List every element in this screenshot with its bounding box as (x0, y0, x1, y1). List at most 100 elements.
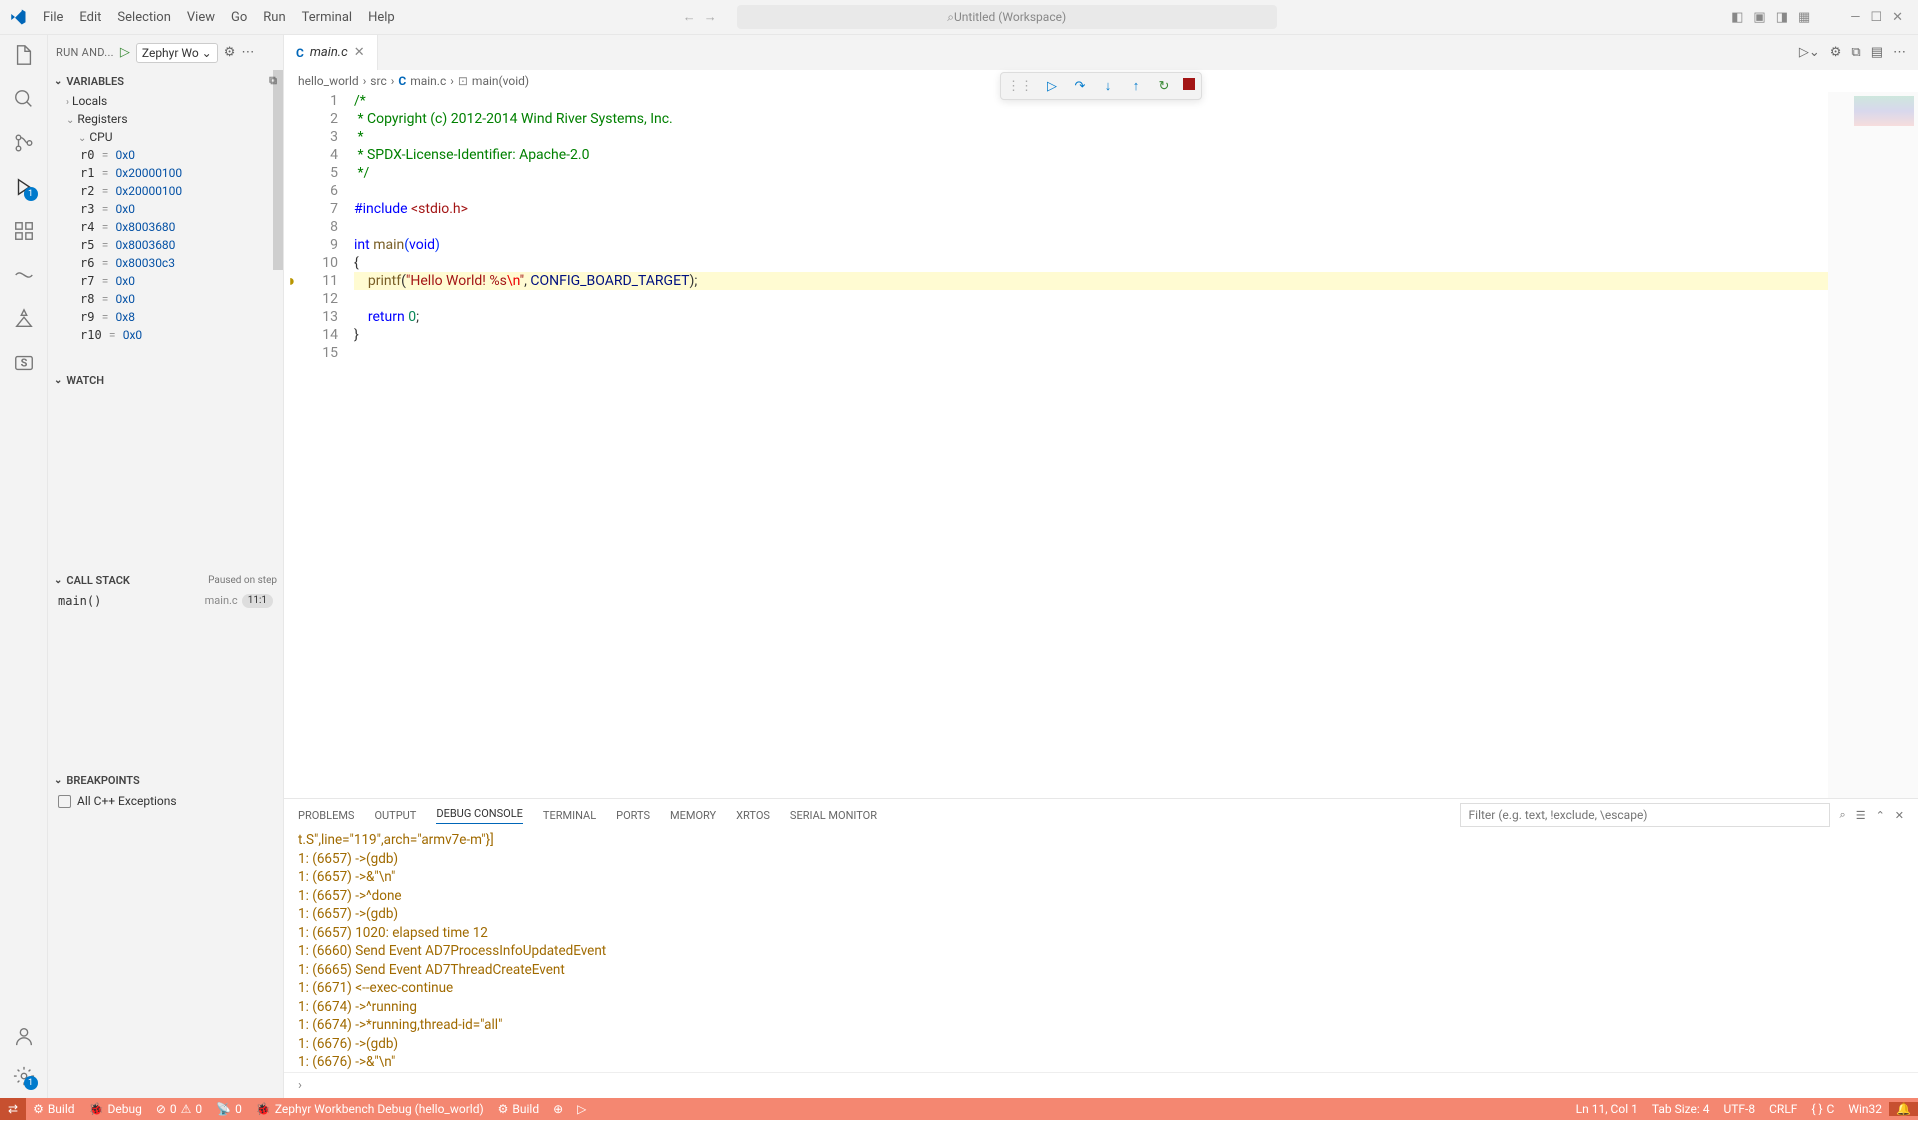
menu-terminal[interactable]: Terminal (294, 10, 360, 25)
line-number[interactable]: 12 (300, 290, 338, 308)
checkbox[interactable] (58, 795, 71, 808)
breakpoint-gutter[interactable] (284, 92, 300, 110)
section-callstack[interactable]: ⌄CALL STACKPaused on step (48, 570, 283, 591)
register-row[interactable]: r9 = 0x8 (48, 308, 283, 326)
line-number[interactable]: 8 (300, 218, 338, 236)
layout-icon[interactable]: ▣ (1753, 10, 1765, 25)
line-number[interactable]: 7 (300, 200, 338, 218)
minimap[interactable] (1828, 92, 1918, 798)
status-eol[interactable]: CRLF (1762, 1102, 1804, 1116)
code-line[interactable]: printf("Hello World! %s\n", CONFIG_BOARD… (354, 272, 1828, 290)
code-line[interactable]: * Copyright (c) 2012-2014 Wind River Sys… (354, 110, 1918, 128)
extensions-icon[interactable] (12, 219, 36, 243)
nav-back-icon[interactable]: ← (683, 9, 696, 25)
code-line[interactable]: } (354, 326, 1918, 344)
tool-icon[interactable] (12, 307, 36, 331)
breakpoint-item[interactable]: All C++ Exceptions (48, 791, 283, 811)
tab-debug-console[interactable]: DEBUG CONSOLE (436, 807, 523, 824)
drag-handle-icon[interactable]: ⋮⋮ (1007, 79, 1033, 94)
line-number[interactable]: 14 (300, 326, 338, 344)
line-number[interactable]: 6 (300, 182, 338, 200)
code-line[interactable]: int main(void) (354, 236, 1918, 254)
tree-cpu[interactable]: ⌄ CPU (66, 128, 283, 146)
breakpoint-gutter[interactable] (284, 236, 300, 254)
section-watch[interactable]: ⌄WATCH (48, 370, 283, 391)
register-row[interactable]: r4 = 0x8003680 (48, 218, 283, 236)
line-number[interactable]: 1 (300, 92, 338, 110)
menu-edit[interactable]: Edit (71, 10, 109, 25)
status-debug[interactable]: 🐞 Debug (82, 1098, 149, 1120)
breakpoint-gutter[interactable] (284, 128, 300, 146)
run-debug-icon[interactable]: 1 (12, 175, 36, 199)
status-errors[interactable]: ⊘ 0 ⚠ 0 (149, 1098, 209, 1120)
breakpoint-gutter[interactable] (284, 182, 300, 200)
gear-icon[interactable]: ⚙ (1830, 45, 1842, 60)
breakpoint-gutter[interactable]: ◗ (284, 272, 300, 290)
tab-xrtos[interactable]: XRTOS (736, 809, 770, 822)
code-line[interactable]: #include <stdio.h> (354, 200, 1918, 218)
debug-console-output[interactable]: t.S",line="119",arch="armv7e-m"}]1: (665… (284, 831, 1918, 1072)
breakpoint-gutter[interactable] (284, 200, 300, 218)
tab-problems[interactable]: PROBLEMS (298, 809, 354, 822)
callstack-frame[interactable]: main()main.c11:1 (48, 591, 283, 611)
register-row[interactable]: r8 = 0x0 (48, 290, 283, 308)
tab-ports[interactable]: PORTS (616, 809, 650, 822)
filter-input[interactable] (1460, 803, 1830, 827)
clear-icon[interactable]: ☰ (1856, 809, 1866, 822)
run-icon[interactable]: ▷⌄ (1799, 45, 1820, 60)
register-row[interactable]: r0 = 0x0 (48, 146, 283, 164)
tab-memory[interactable]: MEMORY (670, 809, 716, 822)
breakpoint-gutter[interactable] (284, 326, 300, 344)
line-number[interactable]: 3 (300, 128, 338, 146)
menu-view[interactable]: View (179, 10, 223, 25)
expand-icon[interactable]: ⌃ (1876, 809, 1885, 822)
status-run-icon[interactable]: ▷ (570, 1098, 593, 1120)
code-line[interactable]: return 0; (354, 308, 1918, 326)
search-icon[interactable] (12, 87, 36, 111)
restart-button[interactable]: ↻ (1155, 79, 1173, 94)
more-icon[interactable]: ⋯ (1893, 45, 1906, 60)
launch-config-dropdown[interactable]: Zephyr Wo ⌄ (136, 43, 218, 63)
status-tabsize[interactable]: Tab Size: 4 (1645, 1102, 1717, 1116)
breakpoint-gutter[interactable] (284, 110, 300, 128)
tab-main-c[interactable]: C main.c ✕ (284, 35, 378, 70)
menu-file[interactable]: File (35, 10, 71, 25)
breakpoint-gutter[interactable] (284, 290, 300, 308)
breakpoint-gutter[interactable] (284, 308, 300, 326)
breakpoint-gutter[interactable] (284, 344, 300, 362)
source-control-icon[interactable] (12, 131, 36, 155)
register-row[interactable]: r6 = 0x80030c3 (48, 254, 283, 272)
layout-icon[interactable]: ◨ (1776, 10, 1788, 25)
code-line[interactable] (354, 290, 1918, 308)
tab-output[interactable]: OUTPUT (374, 809, 416, 822)
status-encoding[interactable]: UTF-8 (1716, 1102, 1762, 1116)
status-os[interactable]: Win32 (1841, 1102, 1889, 1116)
remote-button[interactable]: ⇄ (0, 1098, 26, 1120)
tree-locals[interactable]: › Locals (66, 92, 283, 110)
step-into-button[interactable]: ↓ (1099, 78, 1117, 94)
tab-terminal[interactable]: TERMINAL (543, 809, 596, 822)
line-number[interactable]: 5 (300, 164, 338, 182)
gear-icon[interactable]: ⚙ (224, 45, 236, 60)
menu-help[interactable]: Help (360, 10, 403, 25)
menu-run[interactable]: Run (255, 10, 293, 25)
code-line[interactable]: { (354, 254, 1918, 272)
breakpoint-gutter[interactable] (284, 254, 300, 272)
s-icon[interactable]: S (12, 351, 36, 375)
command-center[interactable]: ⌕ Untitled (Workspace) (737, 5, 1277, 29)
scrollbar-thumb[interactable] (273, 70, 283, 270)
minimize-icon[interactable]: — (1850, 10, 1860, 25)
layout-icon[interactable]: ▦ (1798, 10, 1810, 25)
tab-serial[interactable]: SERIAL MONITOR (790, 809, 877, 822)
search-icon[interactable]: ⌕ (1840, 808, 1846, 822)
zephyr-icon[interactable] (12, 263, 36, 287)
register-row[interactable]: r1 = 0x20000100 (48, 164, 283, 182)
line-number[interactable]: 4 (300, 146, 338, 164)
line-number[interactable]: 15 (300, 344, 338, 362)
code-line[interactable]: * SPDX-License-Identifier: Apache-2.0 (354, 146, 1918, 164)
register-row[interactable]: r7 = 0x0 (48, 272, 283, 290)
breakpoint-gutter[interactable] (284, 164, 300, 182)
start-debug-icon[interactable]: ▷ (120, 45, 130, 60)
menu-go[interactable]: Go (223, 10, 255, 25)
line-number[interactable]: 2 (300, 110, 338, 128)
